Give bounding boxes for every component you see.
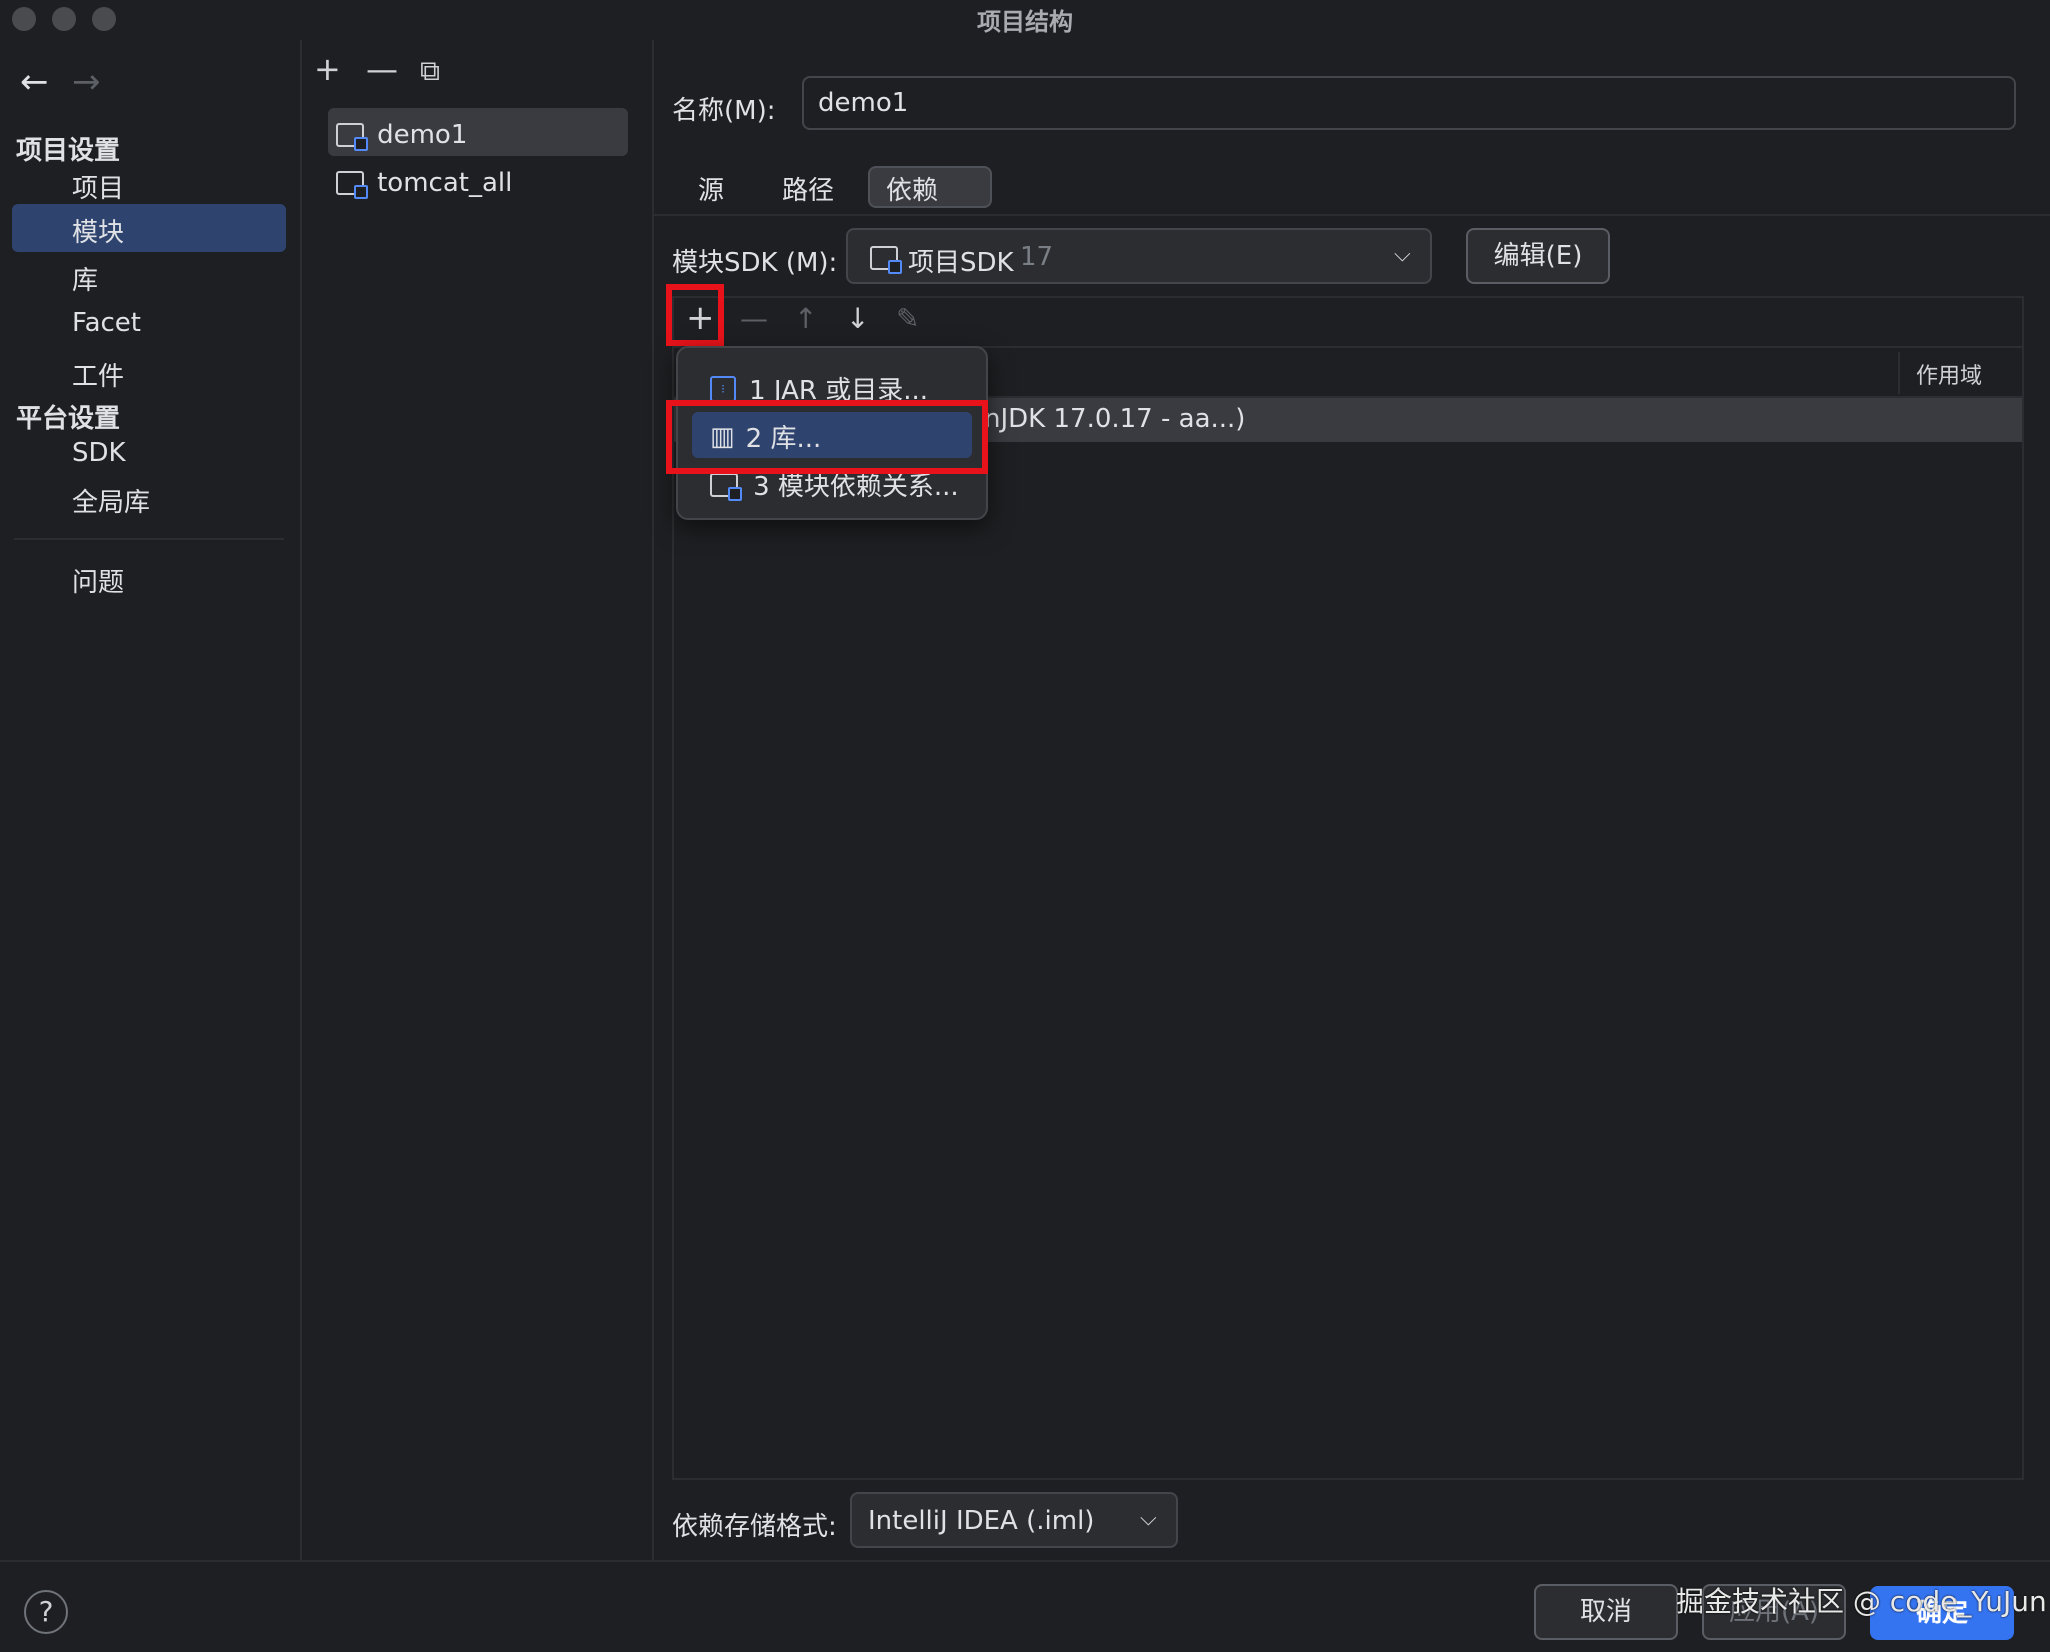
platform-settings-header: 平台设置 (16, 404, 121, 434)
nav-selection-highlight (12, 204, 286, 252)
tab-dependencies[interactable]: 依赖 (886, 170, 938, 207)
nav-item-project[interactable]: 项目 (72, 168, 124, 205)
remove-module-icon[interactable]: — (366, 50, 398, 88)
module-item-demo1[interactable]: demo1 (336, 120, 468, 151)
module-list-pane (302, 40, 654, 1560)
move-up-icon[interactable]: ↑ (794, 302, 817, 335)
footer-divider (0, 1560, 2050, 1562)
nav-item-facets[interactable]: Facet (72, 308, 141, 338)
library-highlight-box (666, 400, 988, 474)
nav-item-sdks[interactable]: SDK (72, 438, 126, 468)
nav-item-artifacts[interactable]: 工件 (72, 356, 124, 393)
tab-paths[interactable]: 路径 (782, 170, 834, 207)
module-label: tomcat_all (377, 168, 513, 198)
storage-format-label: 依赖存储格式: (672, 1512, 837, 1542)
sdk-row-text: nJDK 17.0.17 - aa...) (984, 404, 1246, 434)
help-button[interactable]: ? (24, 1590, 68, 1634)
module-sdk-dropdown[interactable]: 项目SDK 17 ⌵ (846, 228, 1432, 284)
back-arrow-icon[interactable]: ← (20, 62, 49, 102)
title-bar: 项目结构 (0, 0, 2050, 40)
forward-arrow-icon[interactable]: → (72, 62, 101, 102)
nav-divider (14, 538, 284, 540)
module-name-input[interactable] (802, 76, 2016, 130)
chevron-down-icon: ⌵ (1140, 1506, 1157, 1531)
sdk-version: 17 (1020, 242, 1054, 272)
copy-module-icon[interactable]: ⧉ (420, 54, 440, 88)
sdk-folder-icon (870, 246, 902, 274)
module-folder-icon (336, 171, 368, 199)
window-title: 项目结构 (977, 8, 1073, 36)
module-item-tomcat-all[interactable]: tomcat_all (336, 168, 513, 199)
module-icon (710, 472, 742, 501)
add-dependency-highlight-box (666, 284, 724, 346)
nav-item-libraries[interactable]: 库 (72, 260, 98, 297)
sdk-value: 项目SDK (908, 248, 1014, 278)
edit-dependency-icon[interactable]: ✎ (896, 302, 919, 335)
column-separator (1898, 352, 1900, 394)
module-label: demo1 (377, 120, 468, 150)
cancel-button[interactable]: 取消 (1534, 1584, 1678, 1640)
watermark-text: 掘金技术社区 @ code_YuJun (1676, 1585, 2047, 1618)
project-settings-header: 项目设置 (16, 136, 121, 166)
tabs-divider (652, 214, 2050, 216)
edit-sdk-button[interactable]: 编辑(E) (1466, 228, 1610, 284)
move-down-icon[interactable]: ↓ (846, 302, 869, 335)
module-folder-icon (336, 123, 368, 151)
storage-format-value: IntelliJ IDEA (.iml) (868, 1506, 1095, 1536)
nav-item-global-libraries[interactable]: 全局库 (72, 482, 150, 519)
nav-item-modules[interactable]: 模块 (72, 212, 124, 249)
tab-sources[interactable]: 源 (698, 170, 724, 207)
menu-item-label: 3 模块依赖关系... (753, 472, 959, 502)
nav-item-problems[interactable]: 问题 (72, 562, 124, 599)
storage-format-dropdown[interactable]: IntelliJ IDEA (.iml) ⌵ (850, 1492, 1178, 1548)
jar-icon: ⁝ (710, 375, 736, 402)
name-label: 名称(M): (672, 96, 776, 126)
remove-dependency-icon[interactable]: — (740, 302, 768, 335)
add-module-icon[interactable]: + (314, 50, 341, 88)
chevron-down-icon: ⌵ (1394, 242, 1411, 267)
settings-nav (0, 40, 302, 1560)
module-sdk-label: 模块SDK (M): (672, 248, 838, 278)
scope-column-header: 作用域 (1916, 364, 1983, 389)
